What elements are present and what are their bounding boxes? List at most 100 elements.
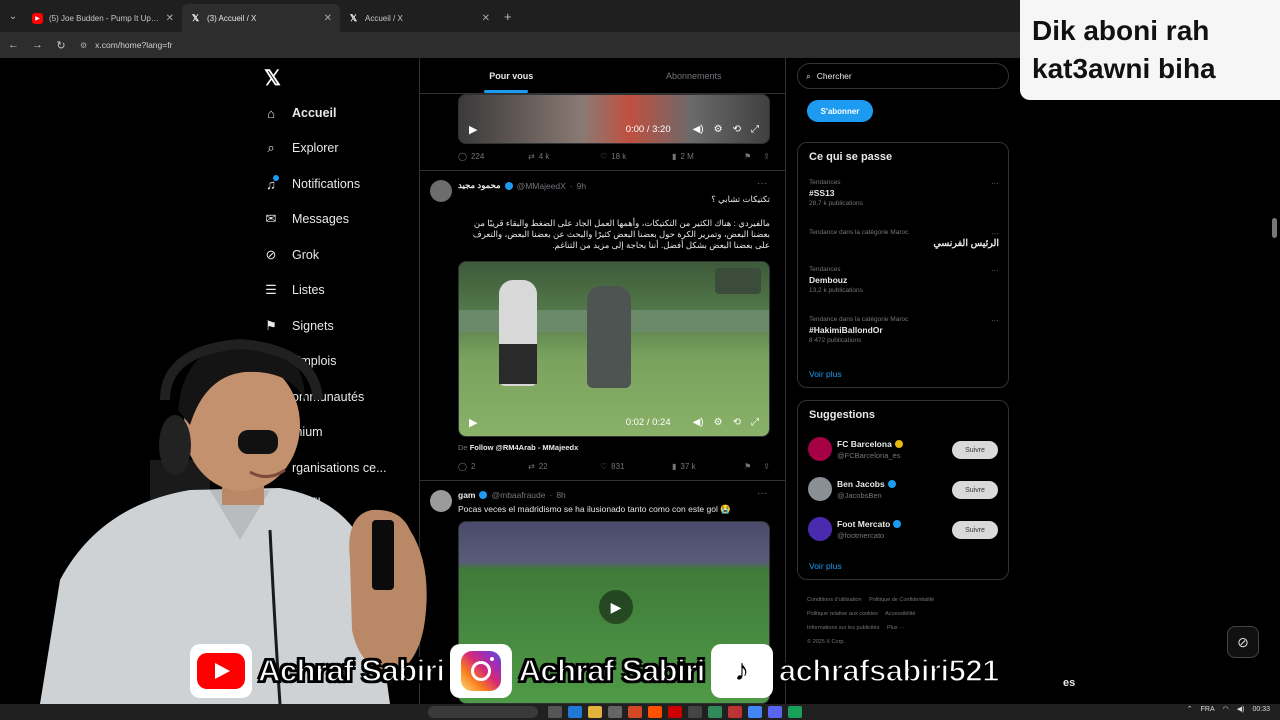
bookmark-button[interactable]: ⚑ bbox=[744, 462, 751, 471]
like-button[interactable]: ♡ 831 bbox=[600, 462, 672, 471]
url-field[interactable]: ⚙ x.com/home?lang=fr bbox=[80, 40, 172, 50]
more-icon[interactable]: ··· bbox=[991, 229, 999, 238]
more-icon[interactable]: ··· bbox=[991, 266, 999, 275]
author-name[interactable]: محمود مجيد bbox=[458, 180, 501, 191]
volume-icon[interactable]: ◀) bbox=[693, 124, 704, 135]
more-icon[interactable]: ··· bbox=[757, 178, 767, 189]
from-account[interactable]: Follow @RM4Arab - MMajeedx bbox=[470, 443, 579, 452]
tab-list-button[interactable]: ⌄ bbox=[2, 5, 24, 27]
repost-button[interactable]: ⇄ 22 bbox=[528, 462, 600, 471]
follow-button[interactable]: Suivre bbox=[952, 441, 998, 459]
nav-item-grok[interactable]: ⊘ Grok bbox=[262, 244, 320, 266]
office-icon[interactable] bbox=[628, 706, 642, 718]
footer-link[interactable]: Plus ··· bbox=[887, 625, 905, 631]
play-icon[interactable]: ▶ bbox=[599, 590, 633, 624]
tab-youtube[interactable]: ▶ (5) Joe Budden - Pump It Up (O... ✕ bbox=[24, 4, 182, 32]
author-name[interactable]: gam bbox=[458, 490, 475, 500]
search-input[interactable]: ⌕ Chercher bbox=[797, 63, 1009, 89]
trend-item[interactable]: Tendance dans la catégorie Maroc #Hakimi… bbox=[809, 316, 999, 344]
trend-item[interactable]: Tendance dans la catégorie Maroc الرئيس … bbox=[809, 229, 999, 249]
messages-drawer[interactable]: es bbox=[1055, 666, 1225, 700]
language-indicator[interactable]: FRA bbox=[1201, 706, 1215, 713]
nav-item-home[interactable]: ⌂ Accueil bbox=[262, 102, 336, 124]
loop-icon[interactable]: ⟲ bbox=[733, 124, 741, 135]
settings-icon[interactable]: ⚙ bbox=[714, 124, 723, 135]
discord-icon[interactable] bbox=[768, 706, 782, 718]
more-icon[interactable]: ··· bbox=[757, 488, 767, 499]
see-more-link[interactable]: Voir plus bbox=[809, 561, 842, 571]
nav-item-lists[interactable]: ☰ Listes bbox=[262, 279, 324, 301]
close-icon[interactable]: ✕ bbox=[324, 13, 332, 24]
footer-link[interactable]: Informations sur les publicités bbox=[807, 625, 879, 631]
tab-x-home[interactable]: 𝕏 (3) Accueil / X ✕ bbox=[182, 4, 340, 32]
app-icon[interactable] bbox=[788, 706, 802, 718]
more-icon[interactable]: ··· bbox=[991, 316, 999, 325]
forward-icon[interactable]: → bbox=[32, 39, 43, 51]
footer-link[interactable]: Politique de Confidentialité bbox=[869, 597, 934, 603]
trend-item[interactable]: Tendances Dembouz 13,2 k publications ··… bbox=[809, 266, 999, 294]
footer-link[interactable]: Conditions d'utilisation bbox=[807, 597, 862, 603]
taskbar-search[interactable] bbox=[428, 706, 538, 718]
tab-following[interactable]: Abonnements bbox=[603, 58, 786, 93]
avatar[interactable] bbox=[808, 517, 832, 541]
suggestion-item[interactable]: Foot Mercato @footmercato Suivre bbox=[808, 517, 1000, 543]
tab-for-you[interactable]: Pour vous bbox=[420, 58, 603, 93]
subscribe-button[interactable]: S'abonner bbox=[807, 100, 873, 122]
firefox-icon[interactable] bbox=[648, 706, 662, 718]
fullscreen-icon[interactable]: ⤢ bbox=[751, 417, 759, 428]
views-button[interactable]: ▮ 37 k bbox=[672, 462, 732, 471]
reply-button[interactable]: ◯ 224 bbox=[458, 152, 528, 161]
suggestion-item[interactable]: Ben Jacobs @JacobsBen Suivre bbox=[808, 477, 1000, 503]
volume-icon[interactable]: ◀) bbox=[693, 417, 704, 428]
tweet-video[interactable]: ▶ 0:02 / 0:24 ◀) ⚙ ⟲ ⤢ bbox=[458, 261, 770, 437]
avatar[interactable] bbox=[430, 180, 452, 202]
close-icon[interactable]: ✕ bbox=[482, 13, 490, 24]
new-tab-button[interactable]: + bbox=[504, 9, 512, 24]
close-icon[interactable]: ✕ bbox=[166, 13, 174, 24]
settings-icon[interactable]: ⚙ bbox=[714, 417, 723, 428]
follow-button[interactable]: Suivre bbox=[952, 481, 998, 499]
edge-icon[interactable] bbox=[568, 706, 582, 718]
nav-item-messages[interactable]: ✉ Messages bbox=[262, 208, 349, 230]
chevron-up-icon[interactable]: ⌃ bbox=[1187, 705, 1193, 713]
brave-icon[interactable] bbox=[728, 706, 742, 718]
play-icon[interactable]: ▶ bbox=[469, 123, 477, 136]
share-button[interactable]: ⇪ bbox=[763, 462, 770, 471]
fullscreen-icon[interactable]: ⤢ bbox=[751, 124, 759, 135]
suggestion-item[interactable]: FC Barcelona @FCBarcelona_es Suivre bbox=[808, 437, 1000, 463]
tweet-time[interactable]: 8h bbox=[556, 490, 565, 500]
repost-button[interactable]: ⇄ 4 k bbox=[528, 152, 600, 161]
bookmark-button[interactable]: ⚑ bbox=[744, 152, 751, 161]
views-button[interactable]: ▮ 2 M bbox=[672, 152, 732, 161]
store-icon[interactable] bbox=[608, 706, 622, 718]
see-more-link[interactable]: Voir plus bbox=[809, 369, 842, 379]
clock[interactable]: 00:33 bbox=[1252, 706, 1270, 713]
nav-item-explore[interactable]: ⌕ Explorer bbox=[262, 137, 338, 159]
opera-icon[interactable] bbox=[668, 706, 682, 718]
scrollbar-thumb[interactable] bbox=[1272, 218, 1277, 238]
volume-icon[interactable]: ◀) bbox=[1237, 705, 1245, 713]
chrome-icon[interactable] bbox=[748, 706, 762, 718]
site-info-icon[interactable]: ⚙ bbox=[80, 41, 87, 50]
wifi-icon[interactable]: ◠ bbox=[1223, 705, 1229, 713]
nav-item-notifications[interactable]: ♫ Notifications bbox=[262, 173, 360, 195]
footer-link[interactable]: Politique relative aux cookies bbox=[807, 611, 878, 617]
x-logo[interactable]: 𝕏 bbox=[264, 66, 281, 91]
author-handle[interactable]: @MMajeedX bbox=[517, 181, 566, 191]
reply-button[interactable]: ◯ 2 bbox=[458, 462, 528, 471]
loop-icon[interactable]: ⟲ bbox=[733, 417, 741, 428]
task-view-icon[interactable] bbox=[548, 706, 562, 718]
tweet-time[interactable]: 9h bbox=[577, 181, 586, 191]
follow-button[interactable]: Suivre bbox=[952, 521, 998, 539]
avatar[interactable] bbox=[808, 437, 832, 461]
avatar[interactable] bbox=[808, 477, 832, 501]
settings-icon[interactable] bbox=[688, 706, 702, 718]
like-button[interactable]: ♡ 18 k bbox=[600, 152, 672, 161]
reload-icon[interactable]: ↻ bbox=[56, 39, 66, 52]
footer-link[interactable]: Accessibilité bbox=[885, 611, 915, 617]
tab-x-home-2[interactable]: 𝕏 Accueil / X ✕ bbox=[340, 4, 498, 32]
play-icon[interactable]: ▶ bbox=[469, 416, 477, 429]
grok-icon[interactable]: ⊘ bbox=[1227, 626, 1259, 658]
trend-item[interactable]: Tendances #SS13 28,7 k publications ··· bbox=[809, 179, 999, 207]
author-handle[interactable]: @mbaafraude bbox=[491, 490, 545, 500]
